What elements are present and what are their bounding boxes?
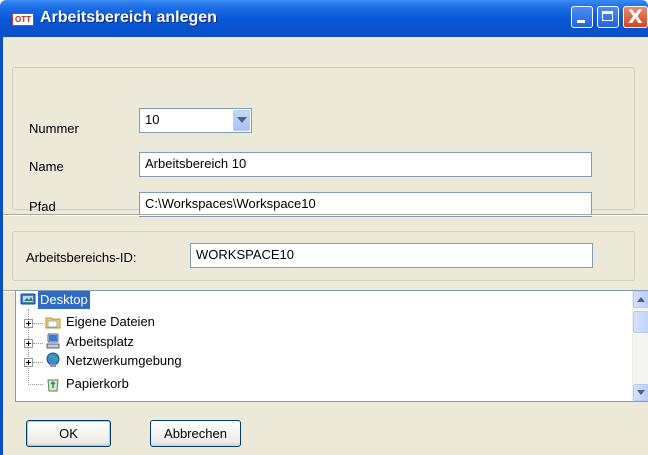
tree-item-label: Eigene Dateien (66, 314, 155, 329)
name-label: Name (29, 159, 64, 174)
tree-item-label: Netzwerkumgebung (66, 353, 182, 368)
tree-connector (33, 362, 43, 363)
folder-tree[interactable]: Desktop Eigene Dateien Arbeitsplatz Netz… (15, 290, 648, 402)
pfad-label: Pfad (29, 199, 56, 214)
workspace-id-group: Arbeitsbereichs-ID: WORKSPACE10 (12, 231, 635, 281)
tree-scrollbar[interactable] (632, 291, 648, 401)
expand-icon[interactable] (24, 319, 33, 328)
nummer-combobox[interactable]: 10 (139, 108, 252, 133)
ok-button[interactable]: OK (26, 420, 111, 447)
app-logo-icon: OTT (12, 13, 34, 26)
workspace-settings-group: Nummer 10 Name Arbeitsbereich 10 Pfad C:… (12, 67, 635, 217)
title-bar[interactable]: OTT Arbeitsbereich anlegen X (0, 0, 648, 37)
maximize-icon (602, 11, 613, 21)
network-icon (46, 352, 60, 367)
scroll-thumb[interactable] (633, 311, 648, 333)
tree-item-netzwerkumgebung[interactable]: Netzwerkumgebung (45, 352, 184, 370)
tree-item-label: Arbeitsplatz (66, 334, 134, 349)
minimize-button[interactable] (571, 6, 593, 28)
tree-item-eigene-dateien[interactable]: Eigene Dateien (45, 313, 157, 331)
tree-item-label: Papierkorb (66, 376, 129, 391)
tree-connector (28, 384, 43, 385)
scroll-up-icon[interactable] (633, 291, 648, 308)
separator (3, 214, 648, 216)
expand-icon[interactable] (24, 358, 33, 367)
tree-item-papierkorb[interactable]: Papierkorb (45, 375, 131, 393)
nummer-value: 10 (145, 112, 160, 127)
maximize-button[interactable] (597, 6, 619, 28)
my-computer-icon (46, 333, 60, 349)
name-input[interactable]: Arbeitsbereich 10 (139, 152, 592, 177)
tree-item-arbeitsplatz[interactable]: Arbeitsplatz (45, 333, 136, 351)
dialog-body: Nummer 10 Name Arbeitsbereich 10 Pfad C:… (0, 37, 648, 455)
tree-item-desktop[interactable]: Desktop (20, 291, 90, 309)
workspace-id-label: Arbeitsbereichs-ID: (26, 250, 137, 265)
close-button[interactable]: X (623, 6, 648, 28)
folder-icon (45, 317, 61, 329)
tree-connector (33, 323, 43, 324)
minimize-icon (577, 20, 585, 23)
cancel-button[interactable]: Abbrechen (150, 420, 241, 447)
nummer-label: Nummer (29, 121, 79, 136)
desktop-icon (20, 293, 36, 305)
tree-connector (33, 343, 43, 344)
tree-item-label: Desktop (38, 291, 90, 309)
recycle-bin-icon (47, 379, 59, 392)
window-title: Arbeitsbereich anlegen (40, 9, 217, 26)
workspace-id-input[interactable]: WORKSPACE10 (190, 243, 593, 268)
expand-icon[interactable] (24, 339, 33, 348)
chevron-down-icon[interactable] (233, 110, 250, 131)
close-icon: X (628, 6, 643, 28)
scroll-down-icon[interactable] (633, 384, 648, 401)
